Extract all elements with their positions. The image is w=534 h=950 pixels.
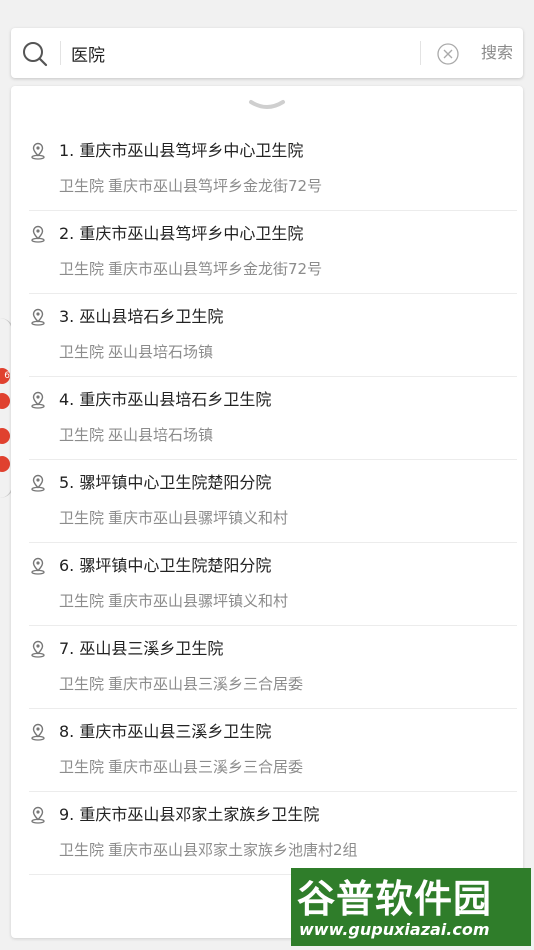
result-category: 卫生院 [59,758,105,776]
result-item[interactable]: 8. 重庆市巫山县三溪乡卫生院 卫生院 重庆市巫山县三溪乡三合居委 [11,709,523,792]
location-pin-icon [31,225,45,243]
result-subtitle: 卫生院 重庆市巫山县骡坪镇义和村 [59,507,288,528]
search-button[interactable]: 搜索 [471,28,523,78]
result-item[interactable]: 2. 重庆市巫山县笃坪乡中心卫生院 卫生院 重庆市巫山县笃坪乡金龙街72号 [11,211,523,294]
result-title: 5. 骡坪镇中心卫生院楚阳分院 [59,473,272,492]
location-pin-icon [31,640,45,658]
result-title: 8. 重庆市巫山县三溪乡卫生院 [59,722,272,741]
result-subtitle: 卫生院 重庆市巫山县三溪乡三合居委 [59,756,303,777]
watermark-url: www.gupuxiazai.com [299,920,490,939]
result-item[interactable]: 3. 巫山县培石乡卫生院 卫生院 巫山县培石场镇 [11,294,523,377]
chevron-down-icon[interactable] [247,96,287,116]
location-pin-icon [31,806,45,824]
search-icon [23,42,48,67]
result-subtitle: 卫生院 巫山县培石场镇 [59,341,213,362]
result-category: 卫生院 [59,343,105,361]
result-item[interactable]: 1. 重庆市巫山县笃坪乡中心卫生院 卫生院 重庆市巫山县笃坪乡金龙街72号 [11,128,523,211]
location-pin-icon [31,391,45,409]
result-category: 卫生院 [59,426,105,444]
results-panel: 1. 重庆市巫山县笃坪乡中心卫生院 卫生院 重庆市巫山县笃坪乡金龙街72号 2. 重庆… [11,86,523,938]
result-title: 6. 骡坪镇中心卫生院楚阳分院 [59,556,272,575]
search-bar: 搜索 [11,28,523,78]
result-title: 4. 重庆市巫山县培石乡卫生院 [59,390,272,409]
search-divider [420,41,421,65]
location-pin-icon [31,474,45,492]
result-category: 卫生院 [59,177,105,195]
result-address: 重庆市巫山县三溪乡三合居委 [108,758,304,776]
result-item[interactable]: 4. 重庆市巫山县培石乡卫生院 卫生院 巫山县培石场镇 [11,377,523,460]
location-pin-icon [31,142,45,160]
result-subtitle: 卫生院 重庆市巫山县笃坪乡金龙街72号 [59,175,322,196]
result-subtitle: 卫生院 重庆市巫山县邓家土家族乡池唐村2组 [59,839,358,860]
result-subtitle: 卫生院 巫山县培石场镇 [59,424,213,445]
result-address: 巫山县培石场镇 [108,426,214,444]
result-address: 重庆市巫山县骡坪镇义和村 [108,592,289,610]
result-item[interactable]: 5. 骡坪镇中心卫生院楚阳分院 卫生院 重庆市巫山县骡坪镇义和村 [11,460,523,543]
location-pin-icon [31,723,45,741]
result-address: 重庆市巫山县笃坪乡金龙街72号 [108,260,323,278]
watermark-brand: 谷普软件园 [297,877,493,921]
result-item[interactable]: 6. 骡坪镇中心卫生院楚阳分院 卫生院 重庆市巫山县骡坪镇义和村 [11,543,523,626]
search-divider [60,41,61,65]
result-address: 重庆市巫山县邓家土家族乡池唐村2组 [108,841,358,859]
search-input[interactable] [71,28,411,78]
location-pin-icon [31,557,45,575]
result-subtitle: 卫生院 重庆市巫山县骡坪镇义和村 [59,590,288,611]
result-title: 3. 巫山县培石乡卫生院 [59,307,224,326]
result-item[interactable]: 9. 重庆市巫山县邓家土家族乡卫生院 卫生院 重庆市巫山县邓家土家族乡池唐村2组 [11,792,523,875]
result-address: 重庆市巫山县三溪乡三合居委 [108,675,304,693]
result-title: 2. 重庆市巫山县笃坪乡中心卫生院 [59,224,304,243]
result-category: 卫生院 [59,675,105,693]
result-subtitle: 卫生院 重庆市巫山县三溪乡三合居委 [59,673,303,694]
result-title: 7. 巫山县三溪乡卫生院 [59,639,224,658]
results-list: 1. 重庆市巫山县笃坪乡中心卫生院 卫生院 重庆市巫山县笃坪乡金龙街72号 2. 重庆… [11,128,523,875]
result-category: 卫生院 [59,592,105,610]
result-title: 9. 重庆市巫山县邓家土家族乡卫生院 [59,805,320,824]
result-category: 卫生院 [59,509,105,527]
clear-icon[interactable] [436,42,460,66]
location-pin-icon [31,308,45,326]
result-subtitle: 卫生院 重庆市巫山县笃坪乡金龙街72号 [59,258,322,279]
result-address: 重庆市巫山县骡坪镇义和村 [108,509,289,527]
result-title: 1. 重庆市巫山县笃坪乡中心卫生院 [59,141,304,160]
result-category: 卫生院 [59,841,105,859]
result-address: 重庆市巫山县笃坪乡金龙街72号 [108,177,323,195]
result-address: 巫山县培石场镇 [108,343,214,361]
result-item[interactable]: 7. 巫山县三溪乡卫生院 卫生院 重庆市巫山县三溪乡三合居委 [11,626,523,709]
watermark: 谷普软件园 www.gupuxiazai.com [291,868,531,946]
map-marker-badge[interactable]: 6 [0,368,10,384]
result-category: 卫生院 [59,260,105,278]
